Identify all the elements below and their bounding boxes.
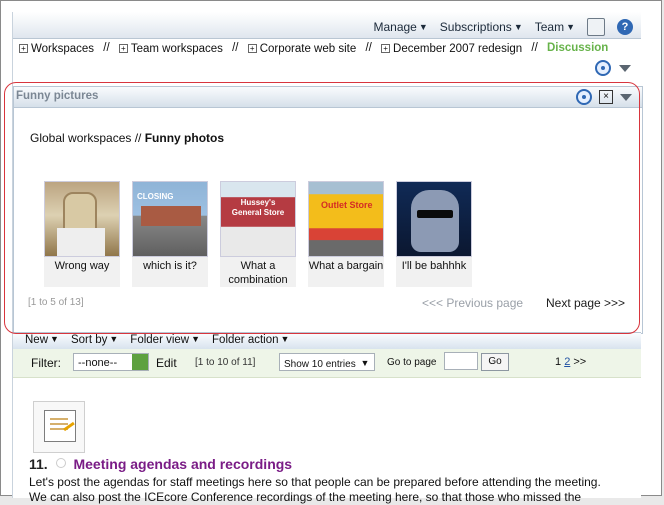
photo-caption[interactable]: What a bargain — [308, 257, 384, 287]
top-toolbar: Manage ▼ Subscriptions ▼ Team ▼ ? — [13, 12, 641, 39]
folder-range: [1 to 10 of 11] — [195, 357, 256, 368]
chevron-down-icon: ▼ — [109, 334, 119, 344]
document-thumbnail[interactable] — [33, 401, 85, 453]
pagination: 1 2 >> — [555, 356, 586, 368]
expand-icon: + — [19, 44, 28, 53]
result-count: [1 to 5 of 13] — [28, 297, 84, 308]
chevron-down-icon: ▼ — [418, 22, 428, 32]
breadcrumb-workspaces[interactable]: + Workspaces — [19, 43, 94, 55]
go-to-page-label: Go to page — [387, 357, 437, 368]
photo-card[interactable]: What a combination — [220, 181, 296, 287]
portlet-title: Funny pictures — [16, 90, 99, 102]
page-1: 1 — [555, 356, 562, 368]
photo-icon[interactable] — [132, 181, 208, 257]
breadcrumb-separator: // — [103, 42, 110, 54]
subscriptions-menu[interactable]: Subscriptions ▼ — [440, 20, 523, 34]
gear-icon[interactable] — [576, 89, 592, 105]
manage-menu[interactable]: Manage ▼ — [373, 20, 427, 34]
portlet-actions: × — [576, 89, 632, 105]
photo-caption[interactable]: I'll be bahhhk — [396, 257, 472, 287]
portlet-header: Funny pictures × — [14, 87, 642, 108]
photo-icon[interactable] — [396, 181, 472, 257]
filter-bar: Filter: --none-- Edit [1 to 10 of 11] Sh… — [13, 349, 641, 378]
photo-caption[interactable]: which is it? — [132, 257, 208, 287]
help-icon[interactable]: ? — [617, 19, 633, 35]
workspace-path: Global workspaces // Funny photos — [30, 131, 225, 145]
expand-icon: + — [118, 44, 128, 53]
chevron-down-icon: ▼ — [191, 334, 201, 344]
expand-icon: + — [247, 44, 257, 53]
workspace-window: Manage ▼ Subscriptions ▼ Team ▼ ? + Workspac… — [12, 12, 643, 504]
breadcrumb-current: Discussion — [546, 42, 609, 54]
breadcrumb-separator: // — [232, 42, 239, 54]
photo-icon[interactable] — [308, 181, 384, 257]
photo-caption[interactable]: Wrong way — [44, 257, 120, 287]
next-pages-link[interactable]: >> — [573, 356, 586, 368]
photo-gallery: Wrong way which is it? What a combinatio… — [44, 181, 472, 287]
chevron-down-icon[interactable] — [620, 93, 632, 101]
chevron-down-icon: ▼ — [280, 334, 290, 344]
folder-toolbar: New ▼ Sort by ▼ Folder view ▼ Folder action… — [13, 332, 641, 350]
breadcrumb-corporate-web-site[interactable]: + Corporate web site — [247, 43, 356, 55]
entry-link[interactable]: Meeting agendas and recordings — [73, 456, 292, 472]
photo-caption[interactable]: What a combination — [220, 257, 296, 287]
folder-view-menu[interactable]: Folder view ▼ — [130, 334, 200, 346]
photo-card[interactable]: I'll be bahhhk — [396, 181, 472, 287]
document-icon — [44, 410, 76, 442]
breadcrumb-team-workspaces[interactable]: + Team workspaces — [118, 43, 223, 55]
header-tools — [595, 60, 631, 76]
chevron-down-icon: ▼ — [513, 22, 523, 32]
chevron-down-icon: ▼ — [360, 358, 370, 368]
edit-filter-link[interactable]: Edit — [156, 356, 177, 370]
next-page-link[interactable]: Next page >>> — [546, 296, 625, 310]
folder-menu: New ▼ Sort by ▼ Folder view ▼ Folder action… — [25, 334, 289, 346]
photo-icon[interactable] — [220, 181, 296, 257]
breadcrumb-redesign[interactable]: + December 2007 redesign — [381, 43, 522, 55]
folder-action-menu[interactable]: Folder action ▼ — [212, 334, 289, 346]
entries-select[interactable]: Show 10 entries ▼ — [279, 353, 375, 371]
chevron-down-icon: ▼ — [50, 334, 59, 344]
funny-pictures-portlet: Funny pictures × Global workspaces // Fu… — [13, 86, 643, 334]
photo-card[interactable]: Wrong way — [44, 181, 120, 287]
previous-page-link[interactable]: <<< Previous page — [422, 296, 523, 310]
new-menu[interactable]: New ▼ — [25, 334, 59, 346]
filter-label: Filter: — [31, 356, 61, 370]
printer-icon[interactable] — [587, 18, 605, 36]
breadcrumb-separator: // — [531, 42, 538, 54]
page-2-link[interactable]: 2 — [564, 356, 570, 368]
filter-select[interactable]: --none-- — [73, 353, 149, 371]
gear-icon[interactable] — [595, 60, 611, 76]
chevron-down-icon[interactable] — [132, 354, 148, 370]
entry-description: Let's post the agendas for staff meeting… — [29, 475, 601, 504]
top-menu: Manage ▼ Subscriptions ▼ Team ▼ ? — [373, 18, 633, 36]
photo-card[interactable]: which is it? — [132, 181, 208, 287]
go-button[interactable]: Go — [481, 353, 509, 371]
entry-title: 11. Meeting agendas and recordings — [29, 456, 293, 472]
chevron-down-icon: ▼ — [566, 22, 575, 32]
breadcrumb: + Workspaces // + Team workspaces // + Corp… — [19, 42, 635, 55]
expand-icon: + — [381, 44, 391, 53]
photo-card[interactable]: What a bargain — [308, 181, 384, 287]
close-icon[interactable]: × — [599, 90, 613, 104]
go-to-page-input[interactable] — [444, 352, 478, 370]
breadcrumb-separator: // — [365, 42, 372, 54]
chevron-down-icon[interactable] — [619, 64, 631, 72]
sort-menu[interactable]: Sort by ▼ — [71, 334, 118, 346]
team-menu[interactable]: Team ▼ — [535, 20, 575, 34]
status-dot-icon — [55, 458, 66, 468]
photo-icon[interactable] — [44, 181, 120, 257]
